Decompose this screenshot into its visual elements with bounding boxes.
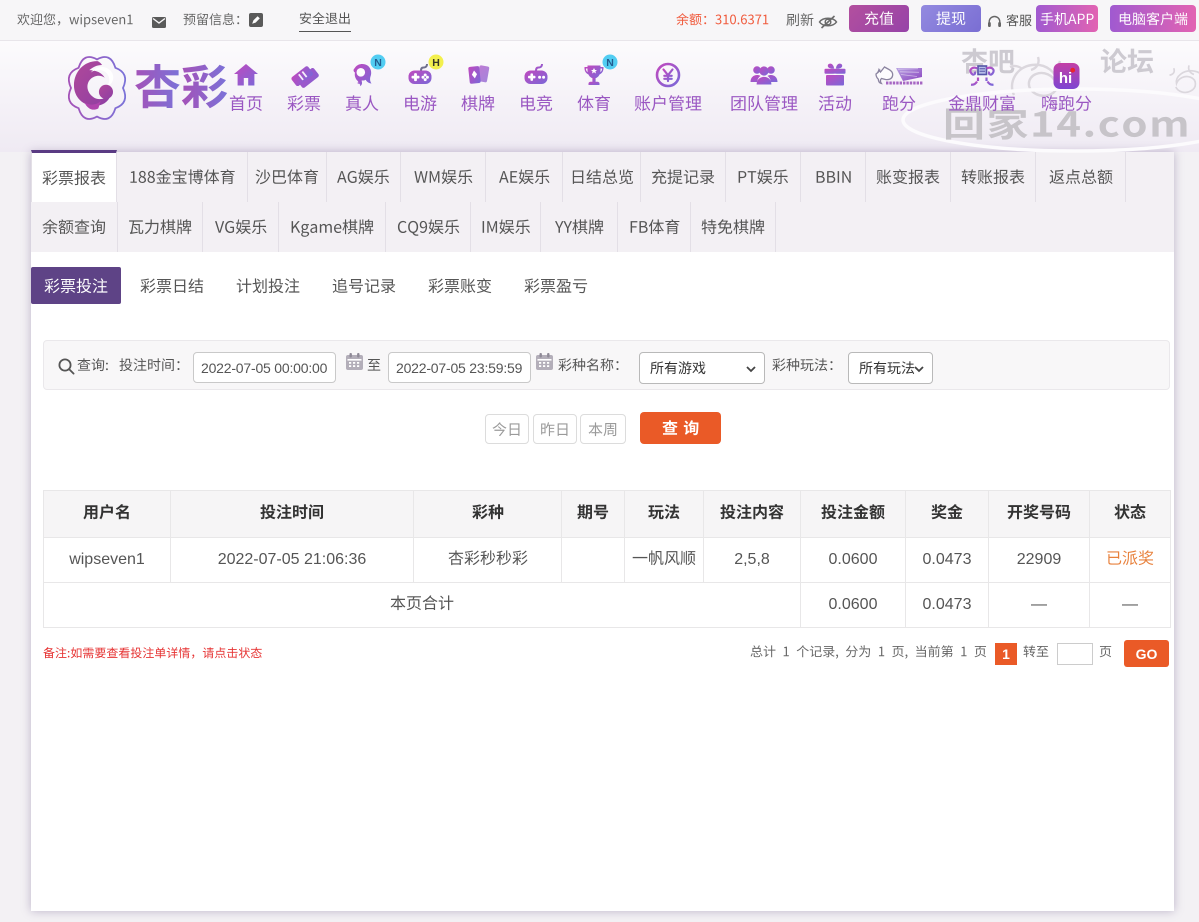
svg-text:N: N (606, 57, 614, 69)
svg-text:hi: hi (1058, 70, 1071, 87)
